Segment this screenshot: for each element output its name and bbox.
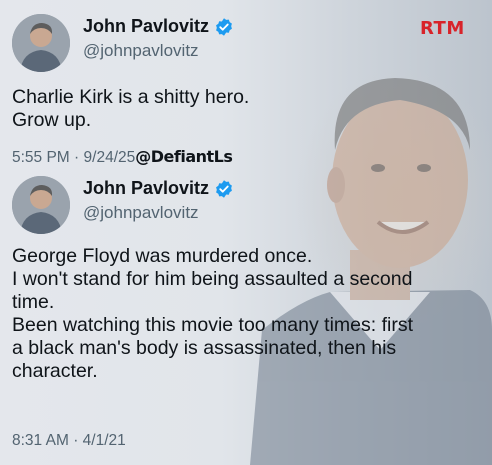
tweet-date[interactable]: 4/1/21 [83,432,126,449]
meta-separator: · [74,149,80,166]
tweet-text: George Floyd was murdered once. I won't … [12,245,482,383]
tweet-text: Charlie Kirk is a shitty hero. Grow up. [12,86,482,132]
author-name-row: John Pavlovitz [83,178,234,199]
tweet-date[interactable]: 9/24/25 [84,149,136,166]
tweet-time[interactable]: 5:55 PM [12,149,70,166]
author-handle[interactable]: @johnpavlovitz [83,203,199,223]
background-portrait [250,78,492,465]
author-avatar[interactable] [12,176,70,234]
tweet-paragraph-3: Been watching this movie too many times:… [12,314,413,382]
tweet-paragraph-2: I won't stand for him being assaulted a … [12,268,413,313]
watermark: @DefiantLs [135,147,233,166]
tweet-meta: 5:55 PM · 9/24/25@DefiantLs [12,147,233,167]
tweet-paragraph-1: George Floyd was murdered once. [12,245,313,267]
author-handle[interactable]: @johnpavlovitz [83,41,199,61]
tweet-text-body: Charlie Kirk is a shitty hero. Grow up. [12,86,250,131]
verified-badge-icon [214,179,234,199]
author-avatar[interactable] [12,14,70,72]
meta-separator: · [73,432,79,449]
author-name[interactable]: John Pavlovitz [83,178,209,199]
tweet-time[interactable]: 8:31 AM [12,432,69,449]
author-name[interactable]: John Pavlovitz [83,16,209,37]
brand-logo: RTM [420,18,465,39]
verified-badge-icon [214,17,234,37]
author-name-row: John Pavlovitz [83,16,234,37]
tweet-meta: 8:31 AM · 4/1/21 [12,432,126,450]
